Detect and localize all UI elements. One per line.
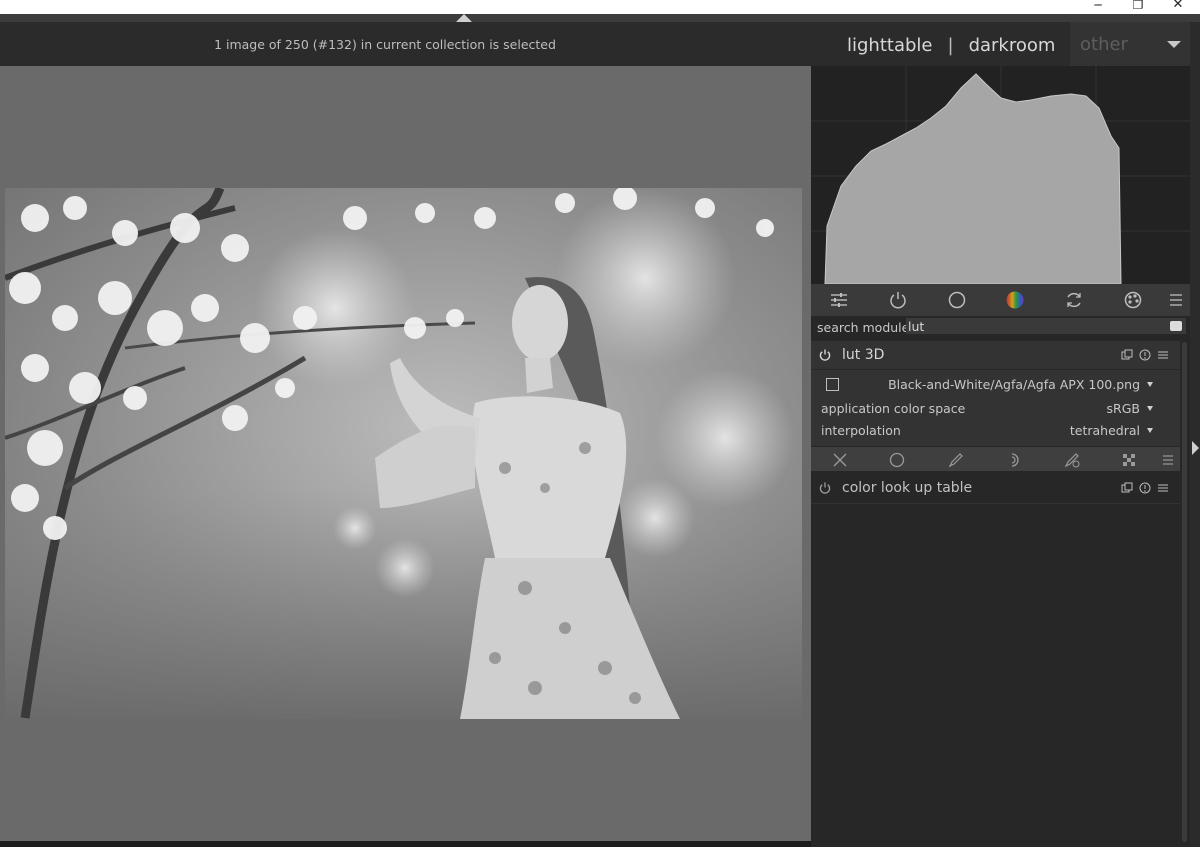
expand-top-panel-icon[interactable]: [456, 14, 472, 22]
reset-icon[interactable]: [1139, 349, 1151, 361]
uniform-mask-icon[interactable]: [889, 452, 905, 468]
histogram[interactable]: [811, 66, 1190, 285]
power-icon[interactable]: [819, 482, 831, 494]
hamburger-menu-icon[interactable]: [1169, 291, 1183, 309]
drawn-parametric-mask-icon[interactable]: [1064, 452, 1080, 468]
blend-mask-bar: [811, 447, 1180, 471]
view-switcher: lighttable | darkroom |: [847, 32, 1092, 58]
search-module-label: search module: [817, 320, 910, 335]
module-title: lut 3D: [842, 347, 885, 363]
maximize-icon[interactable]: ❐: [1123, 0, 1153, 12]
view-darkroom[interactable]: darkroom: [969, 35, 1056, 56]
color-wheel-icon[interactable]: [1006, 291, 1024, 309]
application-color-space-label: application color space: [821, 401, 966, 416]
refresh-icon[interactable]: [1065, 291, 1083, 309]
lut-file-select[interactable]: Black-and-White/Agfa/Agfa APX 100.png: [888, 377, 1140, 392]
chevron-down-icon: [1147, 428, 1153, 433]
window-titlebar: ─ ❐ ✕: [0, 0, 1200, 14]
histogram-graph: [811, 66, 1190, 285]
chevron-down-icon: [1147, 406, 1153, 411]
view-lighttable[interactable]: lighttable: [847, 35, 932, 56]
clear-search-icon[interactable]: [1170, 321, 1182, 331]
power-icon[interactable]: [889, 291, 907, 309]
application-color-space-select[interactable]: sRGB: [1107, 401, 1140, 416]
multi-instance-icon[interactable]: [1121, 482, 1133, 494]
multi-instance-icon[interactable]: [1121, 349, 1133, 361]
raster-mask-icon[interactable]: [1121, 452, 1137, 468]
module-header-colorlut[interactable]: color look up table: [811, 474, 1180, 502]
other-views-label: other: [1080, 34, 1128, 55]
file-open-icon[interactable]: [826, 378, 839, 391]
panel-scrollbar[interactable]: [1182, 342, 1187, 842]
presets-menu-icon[interactable]: [1157, 349, 1169, 361]
photo-image: [5, 188, 802, 719]
presets-menu-icon[interactable]: [1157, 482, 1169, 494]
image-canvas[interactable]: [0, 66, 811, 841]
parametric-mask-icon[interactable]: [1006, 452, 1022, 468]
other-views-dropdown[interactable]: other: [1070, 22, 1190, 66]
interpolation-select[interactable]: tetrahedral: [1070, 423, 1140, 438]
lut3d-module-body: Black-and-White/Agfa/Agfa APX 100.png ap…: [811, 370, 1180, 446]
power-icon[interactable]: [819, 349, 831, 361]
close-icon[interactable]: ✕: [1163, 0, 1193, 12]
chevron-down-icon: [1147, 382, 1153, 387]
drawn-mask-icon[interactable]: [948, 452, 964, 468]
module-header-lut3d[interactable]: lut 3D: [811, 341, 1180, 369]
minimize-icon[interactable]: ─: [1083, 0, 1113, 12]
module-divider: [811, 503, 1180, 504]
sliders-icon[interactable]: [830, 291, 848, 309]
right-panel-edge: [1190, 66, 1200, 847]
circle-icon[interactable]: [948, 291, 966, 309]
mask-off-icon[interactable]: [832, 452, 848, 468]
module-group-tabs: [811, 284, 1190, 316]
module-title: color look up table: [842, 480, 973, 496]
photo-preview[interactable]: [5, 188, 802, 719]
chevron-down-icon: [1167, 41, 1181, 48]
view-separator: |: [947, 34, 954, 56]
search-module-row: search module: [811, 316, 1190, 338]
reset-icon[interactable]: [1139, 482, 1151, 494]
right-panel: search module lut 3D Black-and-White/Agf…: [811, 66, 1190, 847]
search-module-input[interactable]: [906, 318, 1186, 334]
header-bar: 1 image of 250 (#132) in current collect…: [0, 22, 1200, 66]
collapse-right-panel-icon[interactable]: [1192, 441, 1199, 455]
blend-menu-icon[interactable]: [1162, 452, 1174, 468]
selection-status: 1 image of 250 (#132) in current collect…: [214, 37, 556, 52]
palette-icon[interactable]: [1124, 291, 1142, 309]
interpolation-label: interpolation: [821, 423, 901, 438]
